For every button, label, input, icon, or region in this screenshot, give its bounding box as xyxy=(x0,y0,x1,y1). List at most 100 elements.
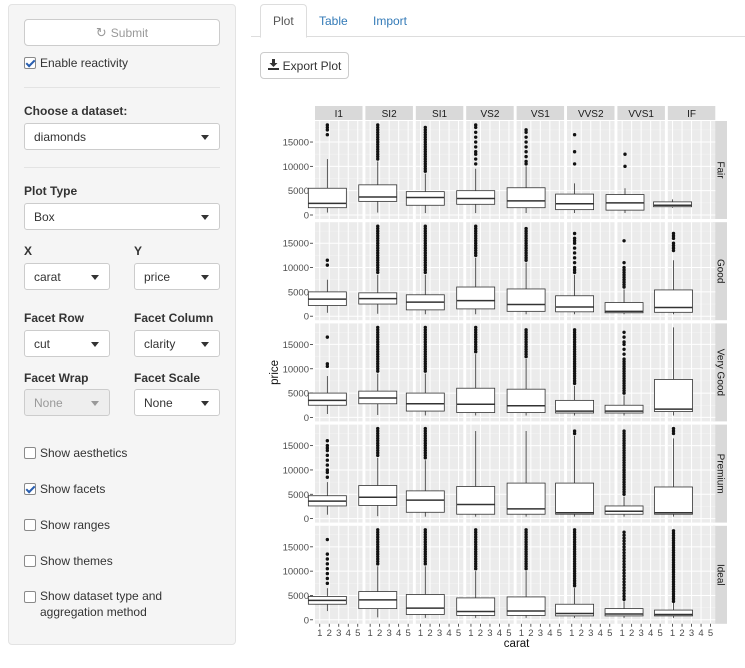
x-tick-label: 3 xyxy=(639,628,644,639)
outlier-point xyxy=(572,265,577,270)
outlier-point xyxy=(622,357,626,361)
outlier-point xyxy=(524,145,528,149)
x-tick-label: 4 xyxy=(396,628,401,639)
outlier-point xyxy=(671,241,676,245)
outlier-point xyxy=(325,458,330,462)
outlier-point xyxy=(524,154,528,159)
outlier-point xyxy=(622,580,626,584)
outlier-point xyxy=(474,325,478,330)
x-tick-label: 3 xyxy=(336,628,341,639)
box xyxy=(555,295,594,313)
outlier-point xyxy=(622,548,626,552)
outlier-point xyxy=(572,133,577,137)
box xyxy=(456,190,496,205)
outlier-point xyxy=(572,162,577,166)
outlier-point xyxy=(572,429,577,433)
x-tick-label: 1 xyxy=(317,628,322,639)
outlier-point xyxy=(325,576,330,581)
x-tick-label: 5 xyxy=(406,628,411,639)
box xyxy=(654,379,693,412)
outlier-point xyxy=(622,352,626,356)
outlier-point xyxy=(325,552,330,556)
outlier-point xyxy=(325,571,330,576)
outlier-point xyxy=(572,231,577,236)
outlier-point xyxy=(474,157,478,161)
outlier-point xyxy=(474,528,478,532)
y-tick-label: 0 xyxy=(304,211,309,222)
y-tick-label: 0 xyxy=(304,615,309,626)
outlier-point xyxy=(572,256,577,260)
box xyxy=(506,187,546,209)
outlier-point xyxy=(671,426,676,431)
outlier-point xyxy=(325,567,330,571)
outlier-point xyxy=(622,542,626,546)
x-tick-label: 5 xyxy=(658,628,663,639)
x-tick-label: 1 xyxy=(670,628,675,639)
outlier-point xyxy=(572,260,577,265)
box xyxy=(405,392,445,412)
x-tick-label: 4 xyxy=(497,628,502,639)
box xyxy=(358,184,398,202)
outlier-point xyxy=(325,439,330,443)
facet-column-label: SI2 xyxy=(382,109,397,120)
box xyxy=(555,482,594,515)
outlier-point xyxy=(622,565,626,569)
y-tick-label: 0 xyxy=(304,514,309,525)
x-tick-label: 5 xyxy=(708,628,713,639)
outlier-point xyxy=(474,130,478,134)
outlier-point xyxy=(622,591,626,596)
outlier-point xyxy=(325,537,330,542)
outlier-point xyxy=(622,577,626,581)
box xyxy=(405,490,445,513)
x-tick-label: 1 xyxy=(569,628,574,639)
x-tick-label: 4 xyxy=(446,628,451,639)
box xyxy=(654,289,693,313)
box xyxy=(506,596,546,616)
box xyxy=(654,486,693,515)
outlier-point xyxy=(474,135,478,139)
x-tick-label: 3 xyxy=(487,628,492,639)
box xyxy=(506,388,546,413)
outlier-point xyxy=(423,125,427,130)
y-tick-label: 10000 xyxy=(283,364,309,375)
outlier-point xyxy=(572,328,577,332)
outlier-point xyxy=(622,583,626,587)
x-tick-label: 4 xyxy=(547,628,552,639)
y-tick-label: 15000 xyxy=(283,441,309,452)
outlier-point xyxy=(474,162,478,166)
outlier-point xyxy=(325,443,330,448)
outlier-point xyxy=(376,426,380,431)
outlier-point xyxy=(671,529,676,533)
facet-row-label: Ideal xyxy=(714,564,725,586)
outlier-point xyxy=(622,260,626,265)
box xyxy=(307,392,347,406)
outlier-point xyxy=(524,226,528,231)
facet-column-label: VS1 xyxy=(531,109,550,120)
x-tick-label: 3 xyxy=(689,628,694,639)
outlier-point xyxy=(572,246,577,250)
outlier-point xyxy=(325,263,330,267)
outlier-point xyxy=(524,135,528,139)
y-tick-label: 5000 xyxy=(288,186,309,197)
x-tick-label: 3 xyxy=(387,628,392,639)
x-tick-label: 1 xyxy=(368,628,373,639)
outlier-point xyxy=(325,133,330,137)
box xyxy=(358,485,398,506)
outlier-point xyxy=(671,231,676,236)
box xyxy=(456,387,496,413)
outlier-point xyxy=(622,530,626,534)
box xyxy=(405,191,445,206)
outlier-point xyxy=(622,550,626,555)
x-axis-title: carat xyxy=(504,638,530,650)
y-tick-label: 5000 xyxy=(288,287,309,298)
outlier-point xyxy=(622,585,626,590)
facet-row-label: Good xyxy=(714,259,725,283)
facet-column-label: IF xyxy=(687,109,696,120)
facet-row-label: Very Good xyxy=(714,349,725,396)
y-tick-label: 5000 xyxy=(288,389,309,400)
outlier-point xyxy=(524,328,528,332)
outlier-point xyxy=(524,128,528,132)
outlier-point xyxy=(572,251,577,255)
outlier-point xyxy=(524,159,528,164)
outlier-point xyxy=(622,556,626,561)
